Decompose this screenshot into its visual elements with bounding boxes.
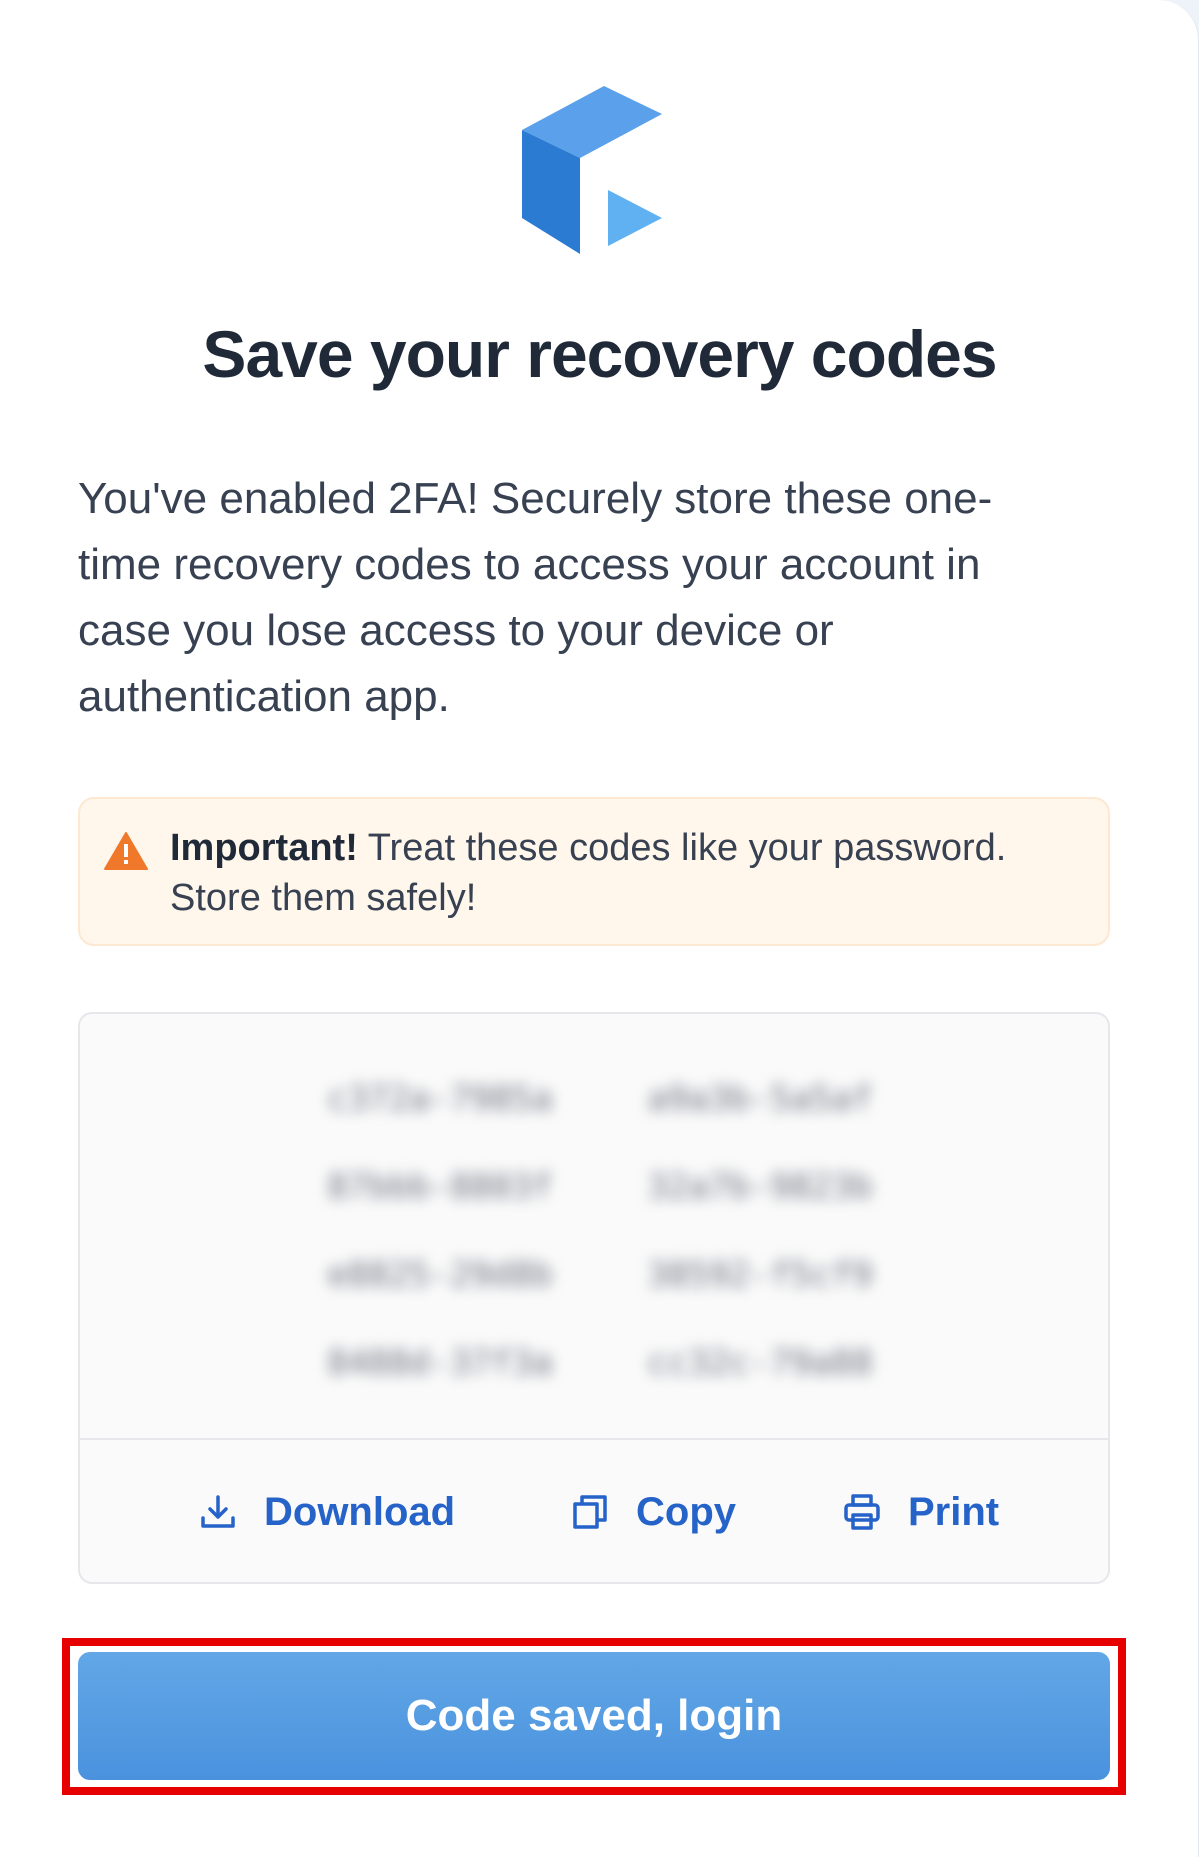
page-title: Save your recovery codes bbox=[202, 317, 997, 391]
warning-icon bbox=[104, 832, 148, 870]
copy-label: Copy bbox=[636, 1489, 736, 1534]
important-alert: Important! Treat these codes like your p… bbox=[78, 797, 1110, 946]
download-button[interactable]: Download bbox=[198, 1480, 455, 1544]
recovery-code: 8488d-37f3a bbox=[327, 1343, 553, 1383]
alert-strong: Important! bbox=[170, 827, 358, 869]
print-label: Print bbox=[908, 1489, 1000, 1534]
download-label: Download bbox=[264, 1489, 456, 1534]
print-button[interactable]: Print bbox=[842, 1480, 999, 1544]
printer-icon bbox=[844, 1494, 880, 1530]
recovery-code: 32a7b-9823b bbox=[647, 1167, 873, 1207]
recovery-code: 38592-f5cf9 bbox=[647, 1255, 873, 1295]
recovery-code: cc32c-79a88 bbox=[647, 1343, 873, 1383]
recovery-code: a9a3b-5a5af bbox=[647, 1079, 873, 1119]
copy-button[interactable]: Copy bbox=[570, 1480, 736, 1544]
alert-message: Important! Treat these codes like your p… bbox=[170, 823, 1090, 923]
codes-grid: c372a-7985a a9a3b-5a5af 87bbb-8803f 32a7… bbox=[290, 1076, 910, 1386]
app-logo-icon bbox=[522, 86, 662, 254]
recovery-code: e8825-29d8b bbox=[327, 1255, 553, 1295]
recovery-codes-card: Save your recovery codes You've enabled … bbox=[0, 0, 1199, 1857]
recovery-code: 87bbb-8803f bbox=[327, 1167, 553, 1207]
copy-icon bbox=[573, 1495, 607, 1529]
code-actions: Download Copy Print bbox=[80, 1440, 1108, 1586]
download-icon bbox=[201, 1495, 235, 1528]
recovery-codes-panel: c372a-7985a a9a3b-5a5af 87bbb-8803f 32a7… bbox=[78, 1012, 1110, 1584]
code-saved-login-button[interactable]: Code saved, login bbox=[78, 1652, 1110, 1780]
recovery-code: c372a-7985a bbox=[327, 1079, 553, 1119]
description-text: You've enabled 2FA! Securely store these… bbox=[78, 474, 993, 721]
